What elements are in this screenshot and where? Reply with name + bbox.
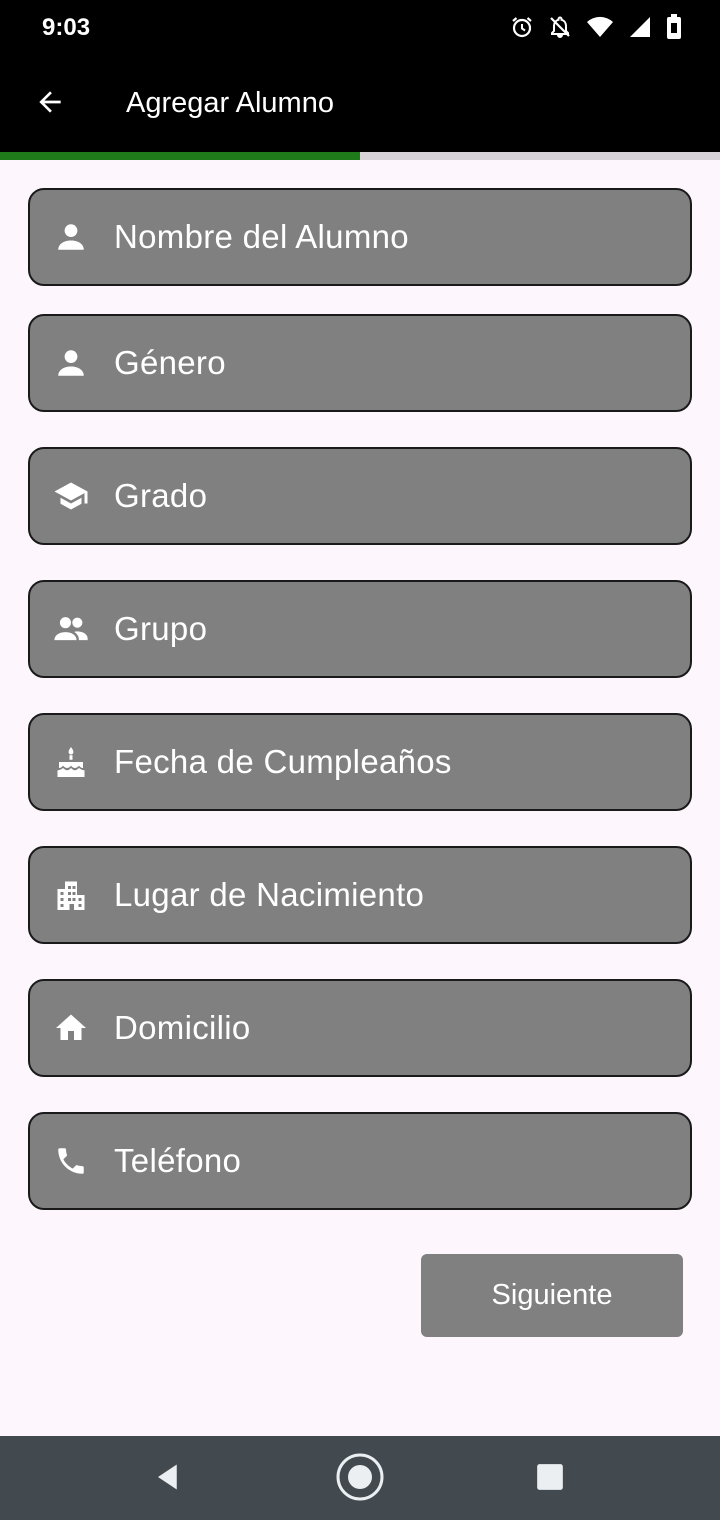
app-bar: Agregar Alumno (0, 56, 720, 152)
nav-home-button[interactable] (335, 1452, 385, 1507)
birthplace-field[interactable]: Lugar de Nacimiento (28, 846, 692, 944)
arrow-back-icon (34, 86, 66, 123)
signal-icon (628, 15, 652, 39)
person-icon (52, 344, 90, 382)
phone-icon (52, 1142, 90, 1180)
progress-bar (0, 152, 720, 160)
student-name-field[interactable]: Nombre del Alumno (28, 188, 692, 286)
phone-field[interactable]: Teléfono (28, 1112, 692, 1210)
page-title: Agregar Alumno (126, 87, 334, 119)
field-label: Teléfono (114, 1142, 242, 1179)
next-button[interactable]: Siguiente (421, 1254, 683, 1337)
birthday-field[interactable]: Fecha de Cumpleaños (28, 713, 692, 811)
group-icon (52, 610, 90, 648)
status-icons (510, 14, 682, 40)
battery-icon (666, 14, 682, 40)
home-icon (335, 1452, 385, 1507)
city-icon (52, 876, 90, 914)
field-label: Grado (114, 477, 208, 514)
field-label: Domicilio (114, 1009, 251, 1046)
home-icon (52, 1009, 90, 1047)
status-time: 9:03 (42, 14, 91, 41)
back-icon (153, 1462, 183, 1497)
cake-icon (52, 743, 90, 781)
field-label: Género (114, 344, 226, 381)
field-label: Nombre del Alumno (114, 218, 409, 255)
person-icon (52, 218, 90, 256)
group-field[interactable]: Grupo (28, 580, 692, 678)
school-icon (52, 477, 90, 515)
back-button[interactable] (26, 80, 74, 128)
field-label: Grupo (114, 610, 208, 647)
nav-recents-button[interactable] (525, 1454, 575, 1504)
field-label: Lugar de Nacimiento (114, 876, 425, 913)
progress-fill (0, 152, 360, 160)
alarm-icon (510, 15, 534, 39)
system-nav-bar (0, 1436, 720, 1520)
status-bar: 9:03 (0, 0, 720, 56)
field-label: Fecha de Cumpleaños (114, 743, 452, 780)
recents-icon (536, 1463, 564, 1496)
gender-field[interactable]: Género (28, 314, 692, 412)
notifications-off-icon (548, 15, 572, 39)
address-field[interactable]: Domicilio (28, 979, 692, 1077)
wifi-icon (586, 15, 614, 39)
nav-back-button[interactable] (143, 1454, 193, 1504)
grade-field[interactable]: Grado (28, 447, 692, 545)
